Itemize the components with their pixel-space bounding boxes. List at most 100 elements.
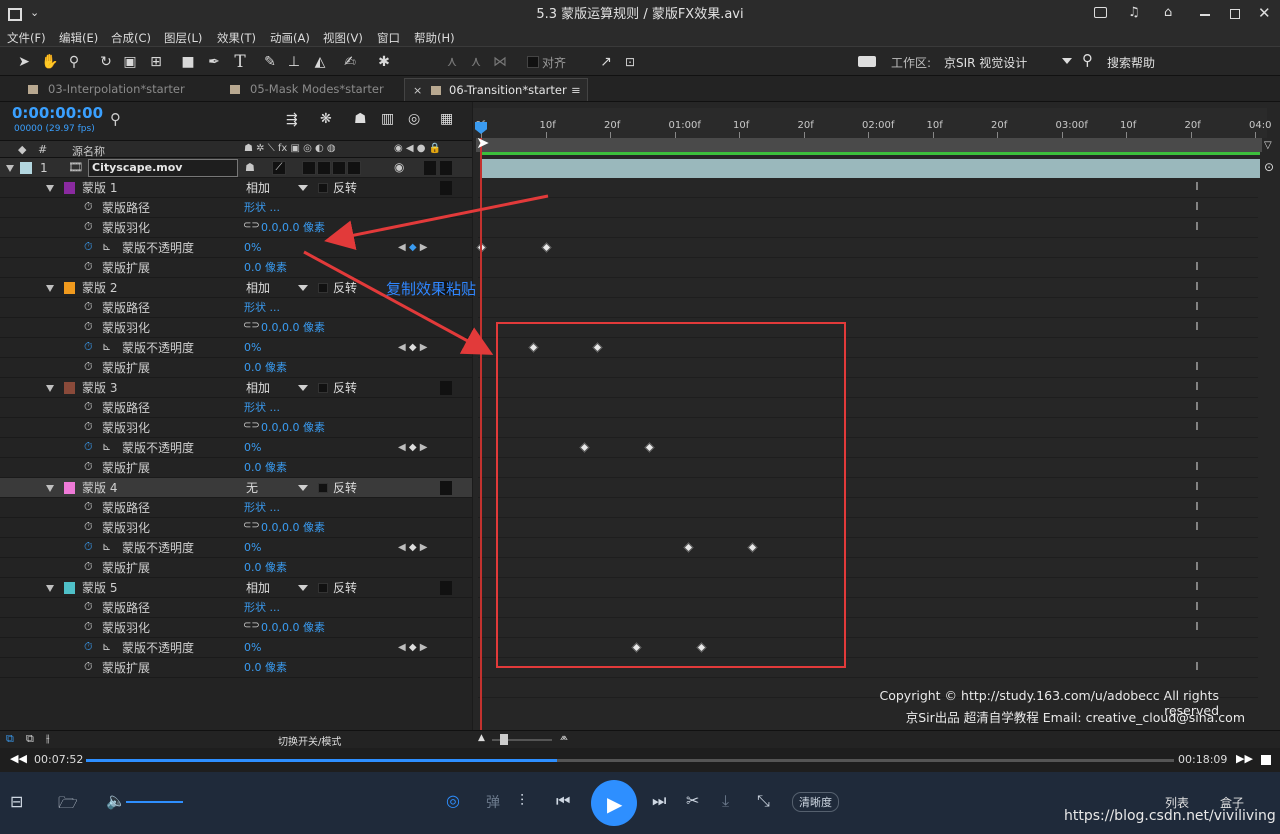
mask-row[interactable]: 蒙版 3 相加 反转 [0,378,472,398]
mask-mode-select[interactable]: 相加 [246,278,270,298]
duration-end-marker[interactable]: I [1194,501,1200,513]
link-icon[interactable]: ⊂⊃ [243,620,260,631]
grid-snap-icon[interactable]: ⊡ [620,52,640,72]
previous-icon[interactable]: ⏮ [556,791,570,811]
duration-end-marker[interactable]: I [1194,381,1200,393]
layer-row[interactable]: 1 🎞 Cityscape.mov ☗ ⟋ ◉ [0,158,472,178]
hand-tool-icon[interactable]: ✋ [40,52,60,72]
tab-close-icon[interactable]: × [413,79,422,102]
chat-icon[interactable] [1094,7,1107,18]
timeline-menu-icon[interactable]: ▽ [1264,140,1272,151]
camera-tool-icon[interactable]: ▣ [120,52,140,72]
workspace-layout-icon[interactable] [858,56,876,67]
mask-path-row[interactable]: ⏱ 蒙版路径 形状 ... [0,498,472,518]
duration-end-marker[interactable]: I [1194,361,1200,373]
shy-switch-icon[interactable]: ☗ [245,161,255,174]
text-tool-icon[interactable]: T [230,52,250,72]
stop-icon[interactable] [1261,755,1271,765]
tab-03-interpolation[interactable]: 03-Interpolation*starter [0,78,212,101]
brush-tool-icon[interactable]: ✎ [260,52,280,72]
mask-lock-box[interactable] [440,381,452,395]
mask-expansion-value[interactable]: 0.0 像素 [244,258,287,278]
mask-opacity-value[interactable]: 0% [244,538,261,558]
rotate-tool-icon[interactable]: ↻ [96,52,116,72]
eye-icon[interactable]: ◉ [394,160,404,174]
mask-expansion-value[interactable]: 0.0 像素 [244,558,287,578]
mask-feather-row[interactable]: ⏱ 蒙版羽化 ⊂⊃ 0.0,0.0 像素 [0,618,472,638]
search-help-input[interactable]: 搜索帮助 [1107,54,1155,71]
danmu-button[interactable]: 弹 [486,792,500,812]
mask-path-value[interactable]: 形状 ... [244,498,280,518]
graph-editor-icon[interactable]: ▦ [440,111,453,127]
stopwatch-icon[interactable]: ⏱ [84,320,93,334]
chevron-down-icon[interactable] [298,385,308,391]
lock-switch[interactable] [440,161,452,175]
mask-mode-select[interactable]: 无 [246,478,258,498]
stopwatch-icon[interactable]: ⏱ [84,340,93,354]
solo-switch[interactable] [424,161,436,175]
mask-row[interactable]: 蒙版 5 相加 反转 [0,578,472,598]
duration-end-marker[interactable]: I [1194,261,1200,273]
stopwatch-icon[interactable]: ⏱ [84,240,93,254]
tab-menu-icon[interactable]: ≡ [571,79,581,102]
duration-end-marker[interactable]: I [1194,461,1200,473]
duration-end-marker[interactable]: I [1194,601,1200,613]
forward-icon[interactable]: ▶▶ [1236,752,1253,765]
scissors-icon[interactable]: ✂ [686,791,699,810]
expand-arrow-icon[interactable] [46,185,54,192]
comp-mini-flowchart-icon[interactable]: ⇶ [286,112,298,128]
menu-item-help[interactable]: 帮助(H) [414,30,455,46]
duration-end-marker[interactable]: I [1194,521,1200,533]
mask-opacity-value[interactable]: 0% [244,338,261,358]
volume-icon[interactable]: 🔈 [106,791,126,810]
duration-end-marker[interactable]: I [1194,281,1200,293]
stopwatch-icon[interactable]: ⏱ [84,620,93,634]
mask-expansion-value[interactable]: 0.0 像素 [244,658,287,678]
expand-arrow-icon[interactable] [46,485,54,492]
frame-blending-icon[interactable]: ▥ [381,111,394,127]
workspace-select[interactable]: 京SIR 视觉设计 [944,54,1027,71]
next-icon[interactable]: ⏭ [652,791,666,811]
selection-tool-icon[interactable]: ➤ [14,52,34,72]
mask-opacity-row[interactable]: ⏱ ⊾ 蒙版不透明度 0% ◀ ◆ ▶ [0,538,472,558]
link-icon[interactable]: ⊂⊃ [243,520,260,531]
duration-end-marker[interactable]: I [1194,401,1200,413]
rectangle-tool-icon[interactable]: ■ [178,52,198,72]
mask-name[interactable]: 蒙版 1 [82,178,117,198]
keyframe-navigator[interactable]: ◀ ◆ ▶ [398,638,427,658]
expand-modes-icon[interactable]: ⧉ [26,732,34,746]
stopwatch-icon[interactable]: ⏱ [84,260,93,274]
mask-feather-row[interactable]: ⏱ 蒙版羽化 ⊂⊃ 0.0,0.0 像素 [0,418,472,438]
layer-name-field[interactable]: Cityscape.mov [88,159,238,177]
switch-box[interactable] [302,161,316,175]
mask-name[interactable]: 蒙版 3 [82,378,117,398]
comp-marker-icon[interactable]: ⊙ [1264,160,1274,174]
mask-color-swatch[interactable] [64,382,75,394]
chevron-down-icon[interactable] [298,485,308,491]
link-icon[interactable]: ⊂⊃ [243,420,260,431]
duration-end-marker[interactable]: I [1194,481,1200,493]
time-ruler[interactable]: 0f10f20f01:00f10f20f02:00f10f20f03:00f10… [473,108,1271,138]
rewind-icon[interactable]: ◀◀ [10,752,27,765]
duration-end-marker[interactable]: I [1194,421,1200,433]
mask-name[interactable]: 蒙版 5 [82,578,117,598]
quality-button[interactable]: 清晰度 [792,792,839,812]
stopwatch-icon[interactable]: ⏱ [84,560,93,574]
mask-color-swatch[interactable] [64,582,75,594]
menu-item-layer[interactable]: 图层(L) [164,30,202,46]
mask-path-row[interactable]: ⏱ 蒙版路径 形状 ... [0,598,472,618]
mask-opacity-row[interactable]: ⏱ ⊾ 蒙版不透明度 0% ◀ ◆ ▶ [0,638,472,658]
stopwatch-icon[interactable]: ⏱ [84,660,93,674]
stopwatch-icon[interactable]: ⏱ [84,400,93,414]
fullscreen-icon[interactable]: ⤡ [757,791,770,811]
loop-icon[interactable]: ◎ [446,791,460,810]
mask-feather-value[interactable]: 0.0,0.0 像素 [261,518,325,538]
stopwatch-icon[interactable]: ⏱ [84,540,93,554]
mask-opacity-value[interactable]: 0% [244,238,261,258]
graph-icon[interactable]: ⊾ [102,540,111,553]
mask-lock-box[interactable] [440,581,452,595]
tab-06-transition[interactable]: × 06-Transition*starter ≡ [404,78,588,101]
stopwatch-icon[interactable]: ⏱ [84,460,93,474]
expand-arrow-icon[interactable] [46,585,54,592]
menu-item-edit[interactable]: 编辑(E) [59,30,98,46]
